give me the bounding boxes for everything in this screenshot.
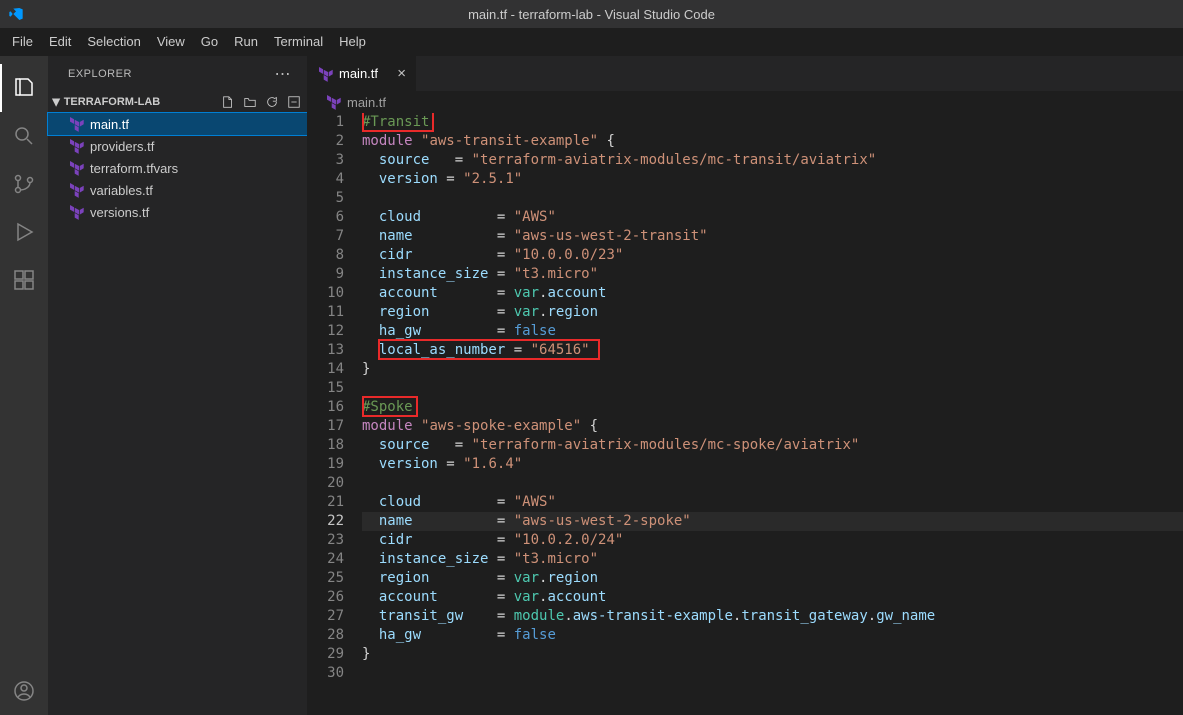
line-gutter: 1234567891011121314151617181920212223242… <box>307 113 362 715</box>
explorer-title: EXPLORER <box>68 68 132 80</box>
file-label: variables.tf <box>90 183 153 198</box>
code-line[interactable]: name = "aws-us-west-2-spoke" <box>362 512 1183 531</box>
menubar: FileEditSelectionViewGoRunTerminalHelp <box>0 28 1183 56</box>
menu-run[interactable]: Run <box>226 28 266 56</box>
file-label: main.tf <box>90 117 129 132</box>
menu-view[interactable]: View <box>149 28 193 56</box>
tab-label: main.tf <box>339 66 378 81</box>
terraform-icon <box>68 160 84 176</box>
titlebar: main.tf - terraform-lab - Visual Studio … <box>0 0 1183 28</box>
terraform-icon <box>325 94 341 110</box>
activity-explorer[interactable] <box>0 64 48 112</box>
code-line[interactable]: source = "terraform-aviatrix-modules/mc-… <box>362 436 1183 455</box>
terraform-icon <box>68 204 84 220</box>
code-line[interactable]: version = "2.5.1" <box>362 170 1183 189</box>
code-line[interactable]: #Spoke <box>362 398 1183 417</box>
file-item[interactable]: main.tf <box>48 113 307 135</box>
file-item[interactable]: terraform.tfvars <box>48 157 307 179</box>
code-line[interactable]: cloud = "AWS" <box>362 493 1183 512</box>
activity-search[interactable] <box>0 112 48 160</box>
explorer-header: EXPLORER ⋯ <box>48 56 307 91</box>
branch-icon <box>12 172 36 196</box>
code-line[interactable]: cloud = "AWS" <box>362 208 1183 227</box>
code-line[interactable]: } <box>362 645 1183 664</box>
code-editor[interactable]: 1234567891011121314151617181920212223242… <box>307 113 1183 715</box>
file-label: providers.tf <box>90 139 154 154</box>
file-item[interactable]: variables.tf <box>48 179 307 201</box>
menu-selection[interactable]: Selection <box>79 28 148 56</box>
tab-main-tf[interactable]: main.tf × <box>307 56 417 91</box>
code-line[interactable]: account = var.account <box>362 284 1183 303</box>
code-line[interactable]: transit_gw = module.aws-transit-example.… <box>362 607 1183 626</box>
code-line[interactable]: region = var.region <box>362 303 1183 322</box>
code-line[interactable]: } <box>362 360 1183 379</box>
code-line[interactable]: instance_size = "t3.micro" <box>362 550 1183 569</box>
file-tree: main.tf providers.tf terraform.tfvars varia… <box>48 113 307 223</box>
collapse-icon[interactable] <box>287 95 301 109</box>
code-line[interactable]: instance_size = "t3.micro" <box>362 265 1183 284</box>
account-icon <box>12 679 36 703</box>
explorer-sidebar: EXPLORER ⋯ ▶ TERRAFORM-LAB main.tf provid… <box>48 56 307 715</box>
new-file-icon[interactable] <box>221 95 235 109</box>
menu-edit[interactable]: Edit <box>41 28 79 56</box>
folder-header[interactable]: ▶ TERRAFORM-LAB <box>48 91 307 113</box>
code-line[interactable]: source = "terraform-aviatrix-modules/mc-… <box>362 151 1183 170</box>
code-line[interactable] <box>362 474 1183 493</box>
menu-help[interactable]: Help <box>331 28 374 56</box>
code-line[interactable]: cidr = "10.0.0.0/23" <box>362 246 1183 265</box>
vscode-logo-icon <box>8 6 24 22</box>
file-label: terraform.tfvars <box>90 161 178 176</box>
editor-tabs: main.tf × <box>307 56 1183 91</box>
window-title: main.tf - terraform-lab - Visual Studio … <box>468 7 715 22</box>
chevron-down-icon: ▶ <box>50 98 61 106</box>
activity-run-debug[interactable] <box>0 208 48 256</box>
code-line[interactable]: module "aws-spoke-example" { <box>362 417 1183 436</box>
file-item[interactable]: versions.tf <box>48 201 307 223</box>
terraform-icon <box>68 116 84 132</box>
code-line[interactable]: region = var.region <box>362 569 1183 588</box>
terraform-icon <box>68 138 84 154</box>
code-line[interactable]: version = "1.6.4" <box>362 455 1183 474</box>
code-line[interactable] <box>362 379 1183 398</box>
terraform-icon <box>317 66 333 82</box>
activity-extensions[interactable] <box>0 256 48 304</box>
code-line[interactable] <box>362 664 1183 683</box>
breadcrumb-label: main.tf <box>347 95 386 110</box>
breadcrumb[interactable]: main.tf <box>307 91 1183 113</box>
files-icon <box>12 76 36 100</box>
new-folder-icon[interactable] <box>243 95 257 109</box>
refresh-icon[interactable] <box>265 95 279 109</box>
code-line[interactable]: local_as_number = "64516" <box>362 341 1183 360</box>
code-line[interactable]: module "aws-transit-example" { <box>362 132 1183 151</box>
extensions-icon <box>12 268 36 292</box>
code-line[interactable]: #Transit <box>362 113 1183 132</box>
activity-accounts[interactable] <box>0 667 48 715</box>
code-line[interactable]: cidr = "10.0.2.0/24" <box>362 531 1183 550</box>
file-item[interactable]: providers.tf <box>48 135 307 157</box>
file-label: versions.tf <box>90 205 149 220</box>
code-line[interactable]: ha_gw = false <box>362 626 1183 645</box>
explorer-more-button[interactable]: ⋯ <box>275 64 292 84</box>
folder-label: TERRAFORM-LAB <box>64 96 161 108</box>
code-line[interactable]: account = var.account <box>362 588 1183 607</box>
play-icon <box>12 220 36 244</box>
menu-file[interactable]: File <box>4 28 41 56</box>
search-icon <box>12 124 36 148</box>
editor-area: main.tf × main.tf 1234567891011121314151… <box>307 56 1183 715</box>
code-content[interactable]: #Transitmodule "aws-transit-example" { s… <box>362 113 1183 715</box>
menu-terminal[interactable]: Terminal <box>266 28 331 56</box>
activity-source-control[interactable] <box>0 160 48 208</box>
code-line[interactable]: ha_gw = false <box>362 322 1183 341</box>
tab-close-button[interactable]: × <box>397 65 406 82</box>
terraform-icon <box>68 182 84 198</box>
activity-bar <box>0 56 48 715</box>
code-line[interactable]: name = "aws-us-west-2-transit" <box>362 227 1183 246</box>
code-line[interactable] <box>362 189 1183 208</box>
menu-go[interactable]: Go <box>193 28 226 56</box>
